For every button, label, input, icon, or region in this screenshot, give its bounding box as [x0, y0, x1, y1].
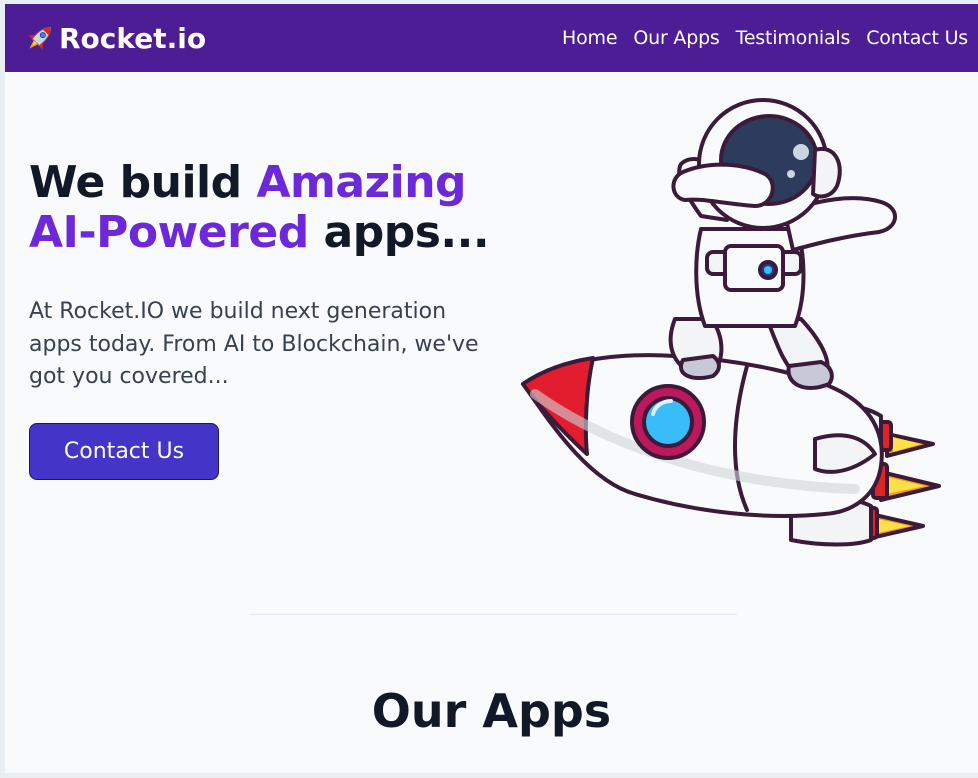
page: Rocket.io Home Our Apps Testimonials Con… [5, 4, 978, 773]
hero-title-accent-amazing: Amazing [256, 157, 467, 208]
nav-link-home[interactable]: Home [562, 27, 618, 49]
nav-link-our-apps[interactable]: Our Apps [633, 27, 719, 49]
contact-us-button[interactable]: Contact Us [29, 423, 219, 480]
brand-link[interactable]: Rocket.io [22, 20, 206, 56]
rocket-icon [27, 26, 52, 51]
brand-name: Rocket.io [59, 21, 207, 55]
hero-title: We build Amazing AI-Powered apps... [29, 158, 499, 258]
astronaut-rocket-illustration [521, 98, 941, 547]
nav-link-contact-us[interactable]: Contact Us [866, 27, 968, 49]
top-navbar: Rocket.io Home Our Apps Testimonials Con… [5, 4, 978, 72]
hero-title-accent-ai-powered: AI-Powered [29, 207, 309, 258]
hero-title-part2: apps... [308, 207, 490, 258]
nav-link-testimonials[interactable]: Testimonials [736, 27, 851, 49]
section-divider [249, 614, 737, 615]
nav-links: Home Our Apps Testimonials Contact Us [546, 27, 968, 49]
hero-title-part1: We build [29, 157, 257, 208]
our-apps-heading: Our Apps [371, 684, 612, 738]
hero-description: At Rocket.IO we build next generation ap… [29, 299, 479, 389]
